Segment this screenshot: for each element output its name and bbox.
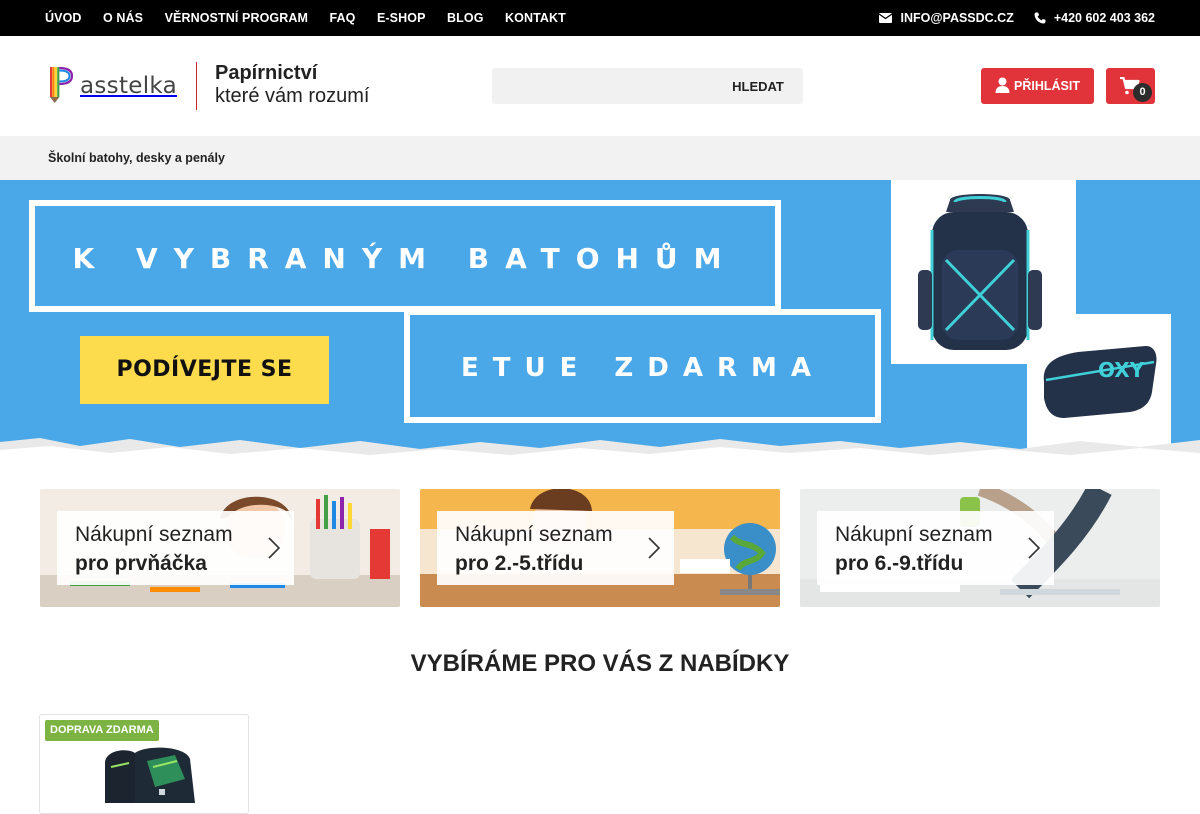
logo-text: asstelka — [80, 73, 178, 99]
banner-title: K VYBRANÝM BATOHŮM — [72, 242, 738, 275]
category-bar: Školní batohy, desky a penály — [0, 136, 1200, 180]
card-title: Nákupní seznam — [835, 523, 993, 546]
shopping-list-card-prvnacek[interactable]: Nákupní seznam pro prvňáčka — [40, 489, 400, 607]
nav-link-vernostni-program[interactable]: VĚRNOSTNÍ PROGRAM — [165, 11, 308, 25]
login-label: PŘIHLÁSIT — [1014, 79, 1080, 93]
card-title: Nákupní seznam — [455, 523, 613, 546]
card-label: Nákupní seznam pro 6.-9.třídu — [817, 511, 1054, 585]
section-title: VYBÍRÁME PRO VÁS Z NABÍDKY — [410, 650, 790, 677]
nav-link-blog[interactable]: BLOG — [447, 11, 484, 25]
search-button[interactable]: HLEDAT — [713, 68, 803, 104]
shopping-list-card-6-9-trida[interactable]: Nákupní seznam pro 6.-9.třídu — [800, 489, 1160, 607]
pencil-case-oxy-logo: OXY — [1098, 358, 1145, 382]
nav-link-e-shop[interactable]: E-SHOP — [377, 11, 426, 25]
tagline-title: Papírnictví — [215, 62, 318, 84]
chevron-right-icon — [268, 537, 280, 559]
card-label: Nákupní seznam pro prvňáčka — [57, 511, 294, 585]
shopping-list-card-2-5-trida[interactable]: Nákupní seznam pro 2.-5.třídu — [420, 489, 780, 607]
banner-cta-button[interactable]: PODÍVEJTE SE — [80, 336, 329, 404]
card-subtitle: pro prvňáčka — [75, 552, 207, 575]
tagline: Papírnictví které vám rozumí — [215, 62, 369, 108]
promo-banner[interactable]: OXY K VYBRANÝM BATOHŮM PODÍVEJTE SE ETUE… — [0, 180, 1200, 470]
category-link-batohy[interactable]: Školní batohy, desky a penály — [48, 151, 225, 165]
nav-link-kontakt[interactable]: KONTAKT — [505, 11, 566, 25]
user-icon — [995, 77, 1010, 96]
product-image-school-bag — [105, 747, 195, 803]
top-navigation: ÚVOD O NÁS VĚRNOSTNÍ PROGRAM FAQ E-SHOP … — [45, 0, 587, 36]
email-text: INFO@PASSDC.CZ — [900, 11, 1014, 25]
cart-button[interactable]: 0 — [1106, 68, 1155, 104]
top-bar: ÚVOD O NÁS VĚRNOSTNÍ PROGRAM FAQ E-SHOP … — [0, 0, 1200, 36]
site-header: asstelka Papírnictví které vám rozumí HL… — [0, 36, 1200, 136]
product-card[interactable]: DOPRAVA ZDARMA — [39, 714, 249, 814]
nav-link-o-nas[interactable]: O NÁS — [103, 11, 143, 25]
chevron-right-icon — [1028, 537, 1040, 559]
card-subtitle: pro 6.-9.třídu — [835, 552, 964, 575]
card-subtitle: pro 2.-5.třídu — [455, 552, 584, 575]
email-contact[interactable]: INFO@PASSDC.CZ — [879, 11, 1014, 25]
nav-link-uvod[interactable]: ÚVOD — [45, 11, 82, 25]
logo[interactable]: asstelka — [48, 66, 178, 106]
card-title: Nákupní seznam — [75, 523, 233, 546]
chevron-right-icon — [648, 537, 660, 559]
search-input[interactable] — [492, 68, 712, 104]
logo-divider — [196, 62, 197, 110]
pencil-case-image: OXY — [1043, 346, 1157, 418]
cart-count-badge: 0 — [1133, 83, 1152, 102]
banner-subtitle: ETUE ZDARMA — [461, 353, 825, 383]
phone-icon — [1034, 12, 1046, 24]
contact-info: INFO@PASSDC.CZ +420 602 403 362 — [879, 0, 1155, 36]
card-label: Nákupní seznam pro 2.-5.třídu — [437, 511, 674, 585]
tagline-subtitle: které vám rozumí — [215, 85, 370, 107]
backpack-image — [918, 194, 1042, 350]
nav-link-faq[interactable]: FAQ — [329, 11, 355, 25]
pencil-p-logo-icon — [48, 65, 74, 108]
envelope-icon — [879, 13, 893, 23]
phone-contact[interactable]: +420 602 403 362 — [1034, 11, 1155, 25]
phone-text: +420 602 403 362 — [1053, 11, 1155, 25]
search-form: HLEDAT — [492, 68, 803, 104]
free-shipping-badge: DOPRAVA ZDARMA — [45, 720, 159, 741]
login-button[interactable]: PŘIHLÁSIT — [981, 68, 1094, 104]
